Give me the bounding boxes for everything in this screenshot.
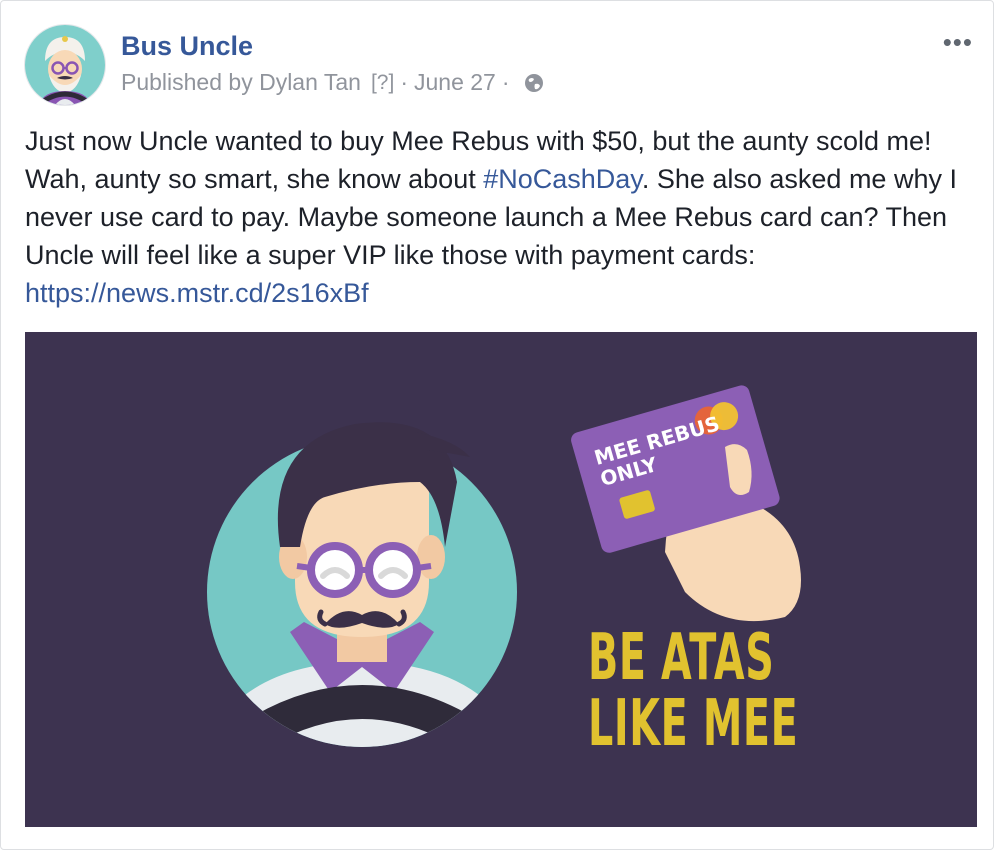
tagline-line2: LIKE MEE bbox=[588, 687, 799, 761]
meta-separator: · bbox=[400, 69, 408, 95]
hashtag-link[interactable]: #NoCashDay bbox=[483, 164, 642, 194]
article-link[interactable]: https://news.mstr.cd/2s16xBf bbox=[25, 278, 369, 308]
bus-uncle-avatar-icon bbox=[25, 25, 105, 105]
author-label: Published by Dylan Tan bbox=[121, 69, 361, 95]
post-image[interactable]: MEE REBUS ONLY bbox=[25, 332, 977, 827]
post-meta: Published by Dylan Tan [?] · June 27 · bbox=[121, 69, 544, 96]
page-name-link[interactable]: Bus Uncle bbox=[121, 31, 253, 62]
post-card: Bus Uncle Published by Dylan Tan [?] · J… bbox=[0, 0, 994, 850]
post-date-link[interactable]: June 27 bbox=[414, 69, 496, 96]
tagline-line1: BE ATAS bbox=[588, 621, 775, 695]
page-avatar[interactable] bbox=[25, 25, 105, 105]
meta-separator: · bbox=[501, 69, 510, 95]
more-options-icon[interactable]: ••• bbox=[943, 27, 973, 58]
author-help-link[interactable]: [?] bbox=[371, 71, 394, 95]
post-body: Just now Uncle wanted to buy Mee Rebus w… bbox=[25, 122, 970, 312]
globe-icon bbox=[524, 73, 544, 93]
illustration: MEE REBUS ONLY bbox=[207, 385, 801, 747]
tagline: BE ATAS LIKE MEE bbox=[588, 625, 798, 757]
